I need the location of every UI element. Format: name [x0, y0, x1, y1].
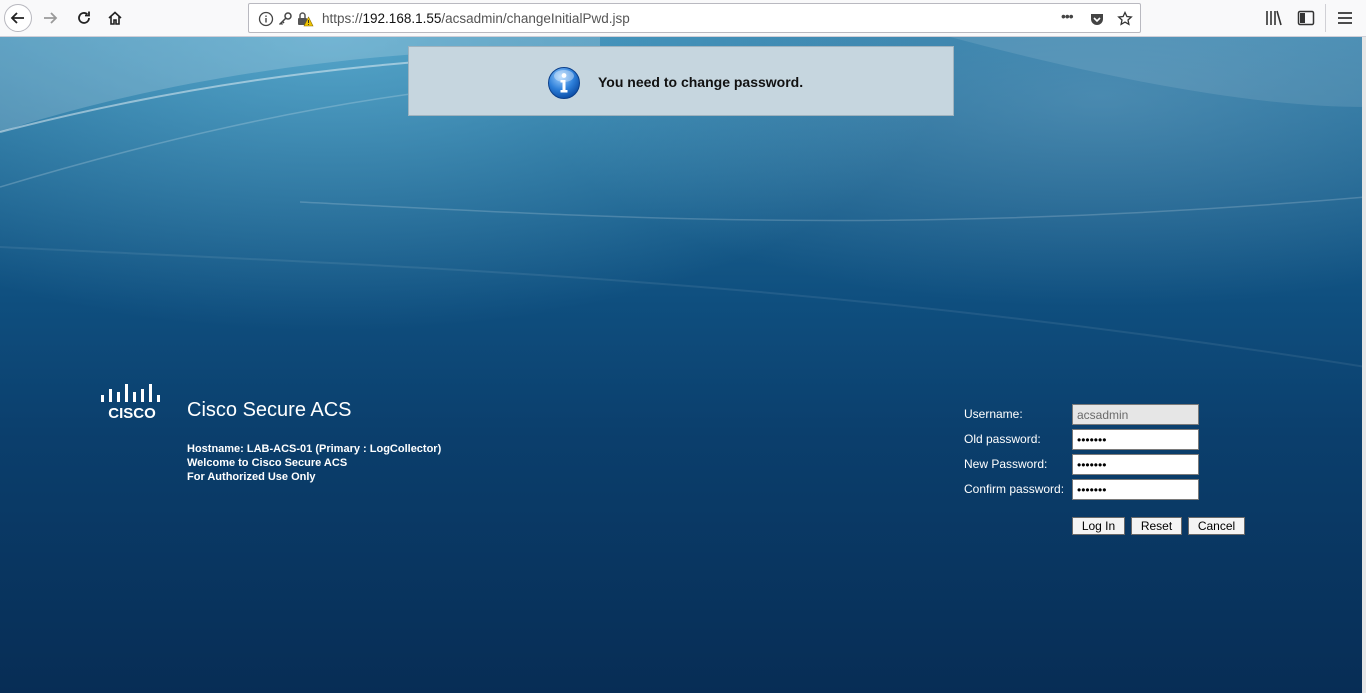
forward-button[interactable]: [36, 4, 64, 32]
new-password-field[interactable]: [1072, 454, 1199, 475]
change-password-notice: You need to change password.: [408, 46, 954, 116]
sidebar-toggle-icon[interactable]: [1297, 9, 1315, 27]
login-page: You need to change password. CISCO Cisco…: [0, 37, 1366, 693]
cancel-button[interactable]: Cancel: [1188, 517, 1245, 535]
svg-text:CISCO: CISCO: [108, 405, 156, 421]
cisco-logo: CISCO: [101, 384, 160, 421]
reload-button[interactable]: [70, 4, 98, 32]
old-password-field[interactable]: [1072, 429, 1199, 450]
url-text[interactable]: https://192.168.1.55/acsadmin/changeInit…: [322, 11, 630, 26]
login-button[interactable]: Log In: [1072, 517, 1125, 535]
reload-icon: [78, 11, 90, 24]
browser-toolbar: https://192.168.1.55/acsadmin/changeInit…: [0, 0, 1366, 37]
server-info: Hostname: LAB-ACS-01 (Primary : LogColle…: [187, 442, 441, 484]
confirm-password-field[interactable]: [1072, 479, 1199, 500]
notice-message: You need to change password.: [598, 74, 804, 90]
info-circle-icon[interactable]: [258, 11, 274, 27]
url-scheme: https://: [322, 11, 363, 26]
url-bar[interactable]: https://192.168.1.55/acsadmin/changeInit…: [248, 3, 1141, 33]
username-label: Username:: [964, 407, 1023, 421]
page-actions-button[interactable]: •••: [1061, 8, 1074, 24]
reset-button[interactable]: Reset: [1131, 517, 1182, 535]
key-icon[interactable]: [277, 11, 293, 27]
welcome-line: Welcome to Cisco Secure ACS: [187, 457, 348, 469]
insecure-lock-warning-icon[interactable]: [296, 11, 314, 27]
library-icon[interactable]: [1265, 9, 1283, 27]
product-title: Cisco Secure ACS: [187, 399, 352, 421]
page-edge-strip: [1362, 37, 1366, 693]
background-swoosh: [0, 37, 1366, 368]
new-password-label: New Password:: [964, 457, 1048, 471]
back-arrow-icon: [10, 12, 24, 24]
username-field[interactable]: [1072, 404, 1199, 425]
url-host: 192.168.1.55: [362, 11, 442, 26]
forward-arrow-icon: [44, 12, 58, 24]
hostname-line: Hostname: LAB-ACS-01 (Primary : LogColle…: [187, 443, 442, 455]
hamburger-menu-icon[interactable]: [1336, 9, 1354, 27]
home-icon: [108, 11, 122, 25]
old-password-label: Old password:: [964, 432, 1041, 446]
info-icon: [548, 67, 580, 99]
bookmark-star-icon[interactable]: [1117, 11, 1133, 27]
authorized-use-line: For Authorized Use Only: [187, 471, 316, 483]
pocket-icon[interactable]: [1089, 11, 1105, 27]
toolbar-separator: [1325, 4, 1326, 32]
url-path: /acsadmin/changeInitialPwd.jsp: [441, 11, 630, 26]
back-button[interactable]: [4, 4, 32, 32]
confirm-password-label: Confirm password:: [964, 482, 1065, 496]
home-button[interactable]: [101, 4, 129, 32]
